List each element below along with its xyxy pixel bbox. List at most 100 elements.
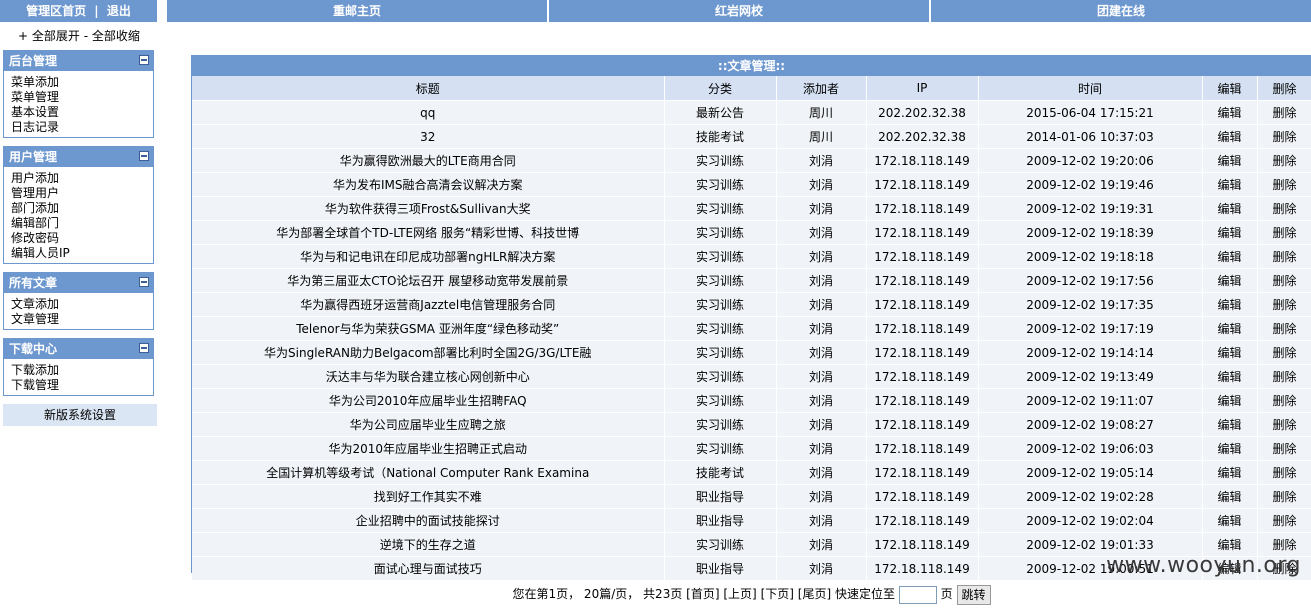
- edit-link[interactable]: 编辑: [1202, 484, 1258, 509]
- cell-title[interactable]: 全国计算机等级考试（National Computer Rank Examina: [192, 460, 665, 485]
- edit-link[interactable]: 编辑: [1202, 220, 1258, 245]
- delete-link[interactable]: 删除: [1257, 124, 1311, 149]
- delete-link[interactable]: 删除: [1257, 388, 1311, 413]
- delete-link[interactable]: 删除: [1257, 148, 1311, 173]
- sidebar-item[interactable]: 日志记录: [11, 120, 153, 135]
- delete-link[interactable]: 删除: [1257, 364, 1311, 389]
- cell-title[interactable]: 华为与和记电讯在印尼成功部署ngHLR解决方案: [192, 244, 665, 269]
- cell-title[interactable]: 华为公司应届毕业生应聘之旅: [192, 412, 665, 437]
- sidebar-item[interactable]: 文章添加: [11, 297, 153, 312]
- delete-link[interactable]: 删除: [1257, 100, 1311, 125]
- delete-link[interactable]: 删除: [1257, 460, 1311, 485]
- cell-author: 刘涓: [776, 436, 867, 461]
- delete-link[interactable]: 删除: [1257, 268, 1311, 293]
- edit-link[interactable]: 编辑: [1202, 460, 1258, 485]
- logout-link[interactable]: 退出: [107, 4, 131, 18]
- first-page-link[interactable]: [首页]: [686, 587, 719, 601]
- nav-redrock[interactable]: 红岩网校: [549, 0, 931, 22]
- sidebar-item[interactable]: 下载添加: [11, 363, 153, 378]
- delete-link[interactable]: 删除: [1257, 340, 1311, 365]
- sidebar-item[interactable]: 菜单添加: [11, 75, 153, 90]
- page-jump-input[interactable]: [898, 585, 937, 604]
- collapse-icon[interactable]: [139, 151, 149, 161]
- sidebar-item[interactable]: 部门添加: [11, 201, 153, 216]
- next-page-link[interactable]: [下页]: [761, 587, 794, 601]
- cell-title[interactable]: 沃达丰与华为联合建立核心网创新中心: [192, 364, 665, 389]
- delete-link[interactable]: 删除: [1257, 292, 1311, 317]
- admin-home-link[interactable]: 管理区首页: [26, 4, 86, 18]
- last-page-link[interactable]: [尾页]: [798, 587, 831, 601]
- cell-title[interactable]: 逆境下的生存之道: [192, 532, 665, 557]
- cell-title[interactable]: 32: [192, 124, 665, 149]
- edit-link[interactable]: 编辑: [1202, 244, 1258, 269]
- cell-title[interactable]: Telenor与华为荣获GSMA 亚洲年度“绿色移动奖”: [192, 316, 665, 341]
- prev-page-link[interactable]: [上页]: [723, 587, 756, 601]
- edit-link[interactable]: 编辑: [1202, 100, 1258, 125]
- cell-title[interactable]: qq: [192, 100, 665, 125]
- sidebar-item[interactable]: 管理用户: [11, 186, 153, 201]
- cell-title[interactable]: 华为2010年应届毕业生招聘正式启动: [192, 436, 665, 461]
- sidebar-item[interactable]: 编辑部门: [11, 216, 153, 231]
- collapse-icon[interactable]: [139, 343, 149, 353]
- delete-link[interactable]: 删除: [1257, 220, 1311, 245]
- delete-link[interactable]: 删除: [1257, 196, 1311, 221]
- edit-link[interactable]: 编辑: [1202, 196, 1258, 221]
- sidebar-item[interactable]: 基本设置: [11, 105, 153, 120]
- edit-link[interactable]: 编辑: [1202, 508, 1258, 533]
- sidebar-item[interactable]: 下载管理: [11, 378, 153, 393]
- cell-title[interactable]: 华为软件获得三项Frost&Sullivan大奖: [192, 196, 665, 221]
- cell-author: 刘涓: [776, 460, 867, 485]
- edit-link[interactable]: 编辑: [1202, 436, 1258, 461]
- sidebar-panel-title: 用户管理: [9, 150, 58, 164]
- edit-link[interactable]: 编辑: [1202, 364, 1258, 389]
- cell-title[interactable]: 华为赢得西班牙运营商Jazztel电信管理服务合同: [192, 292, 665, 317]
- pagination: 您在第1页， 20篇/页， 共23页 [首页] [上页] [下页] [尾页] 快…: [192, 580, 1311, 608]
- edit-link[interactable]: 编辑: [1202, 268, 1258, 293]
- cell-title[interactable]: 华为公司2010年应届毕业生招聘FAQ: [192, 388, 665, 413]
- cell-author: 周川: [776, 124, 867, 149]
- cell-title[interactable]: 面试心理与面试技巧: [192, 556, 665, 580]
- delete-link[interactable]: 删除: [1257, 484, 1311, 509]
- cell-title[interactable]: 找到好工作其实不难: [192, 484, 665, 509]
- edit-link[interactable]: 编辑: [1202, 316, 1258, 341]
- cell-title[interactable]: 企业招聘中的面试技能探讨: [192, 508, 665, 533]
- table-row: 找到好工作其实不难 职业指导 刘涓 172.18.118.149 2009-12-02 …: [192, 484, 1311, 509]
- collapse-icon[interactable]: [139, 277, 149, 287]
- cell-title[interactable]: 华为第三届亚太CTO论坛召开 展望移动宽带发展前景: [192, 268, 665, 293]
- edit-link[interactable]: 编辑: [1202, 172, 1258, 197]
- delete-link[interactable]: 删除: [1257, 412, 1311, 437]
- edit-link[interactable]: 编辑: [1202, 340, 1258, 365]
- cell-author: 刘涓: [776, 196, 867, 221]
- nav-tuanjian[interactable]: 团建在线: [931, 0, 1311, 22]
- new-system-settings-button[interactable]: 新版系统设置: [3, 404, 157, 426]
- collapse-icon[interactable]: [139, 55, 149, 65]
- cell-title[interactable]: 华为部署全球首个TD-LTE网络 服务“精彩世博、科技世博: [192, 220, 665, 245]
- sidebar-panel-title: 下载中心: [9, 342, 58, 356]
- edit-link[interactable]: 编辑: [1202, 292, 1258, 317]
- cell-title[interactable]: 华为发布IMS融合高清会议解决方案: [192, 172, 665, 197]
- jump-button[interactable]: 跳转: [956, 584, 991, 605]
- sidebar-item[interactable]: 修改密码: [11, 231, 153, 246]
- delete-link[interactable]: 删除: [1257, 172, 1311, 197]
- cell-ip: 172.18.118.149: [866, 508, 979, 533]
- cell-title[interactable]: 华为SingleRAN助力Belgacom部署比利时全国2G/3G/LTE融: [192, 340, 665, 365]
- edit-link[interactable]: 编辑: [1202, 388, 1258, 413]
- sidebar-item[interactable]: 编辑人员IP: [11, 246, 153, 261]
- edit-link[interactable]: 编辑: [1202, 148, 1258, 173]
- delete-link[interactable]: 删除: [1257, 316, 1311, 341]
- collapse-all-link[interactable]: 全部收缩: [92, 29, 140, 43]
- delete-link[interactable]: 删除: [1257, 508, 1311, 533]
- sidebar-item[interactable]: 文章管理: [11, 312, 153, 327]
- nav-cqupt-home[interactable]: 重邮主页: [167, 0, 549, 22]
- col-delete: 删除: [1257, 76, 1311, 101]
- expand-all-link[interactable]: + 全部展开: [18, 29, 80, 43]
- cell-title[interactable]: 华为赢得欧洲最大的LTE商用合同: [192, 148, 665, 173]
- cell-author: 刘涓: [776, 244, 867, 269]
- delete-link[interactable]: 删除: [1257, 244, 1311, 269]
- sidebar-item[interactable]: 用户添加: [11, 171, 153, 186]
- top-nav: 重邮主页 红岩网校 团建在线: [167, 0, 1311, 22]
- sidebar-item[interactable]: 菜单管理: [11, 90, 153, 105]
- edit-link[interactable]: 编辑: [1202, 412, 1258, 437]
- delete-link[interactable]: 删除: [1257, 436, 1311, 461]
- edit-link[interactable]: 编辑: [1202, 124, 1258, 149]
